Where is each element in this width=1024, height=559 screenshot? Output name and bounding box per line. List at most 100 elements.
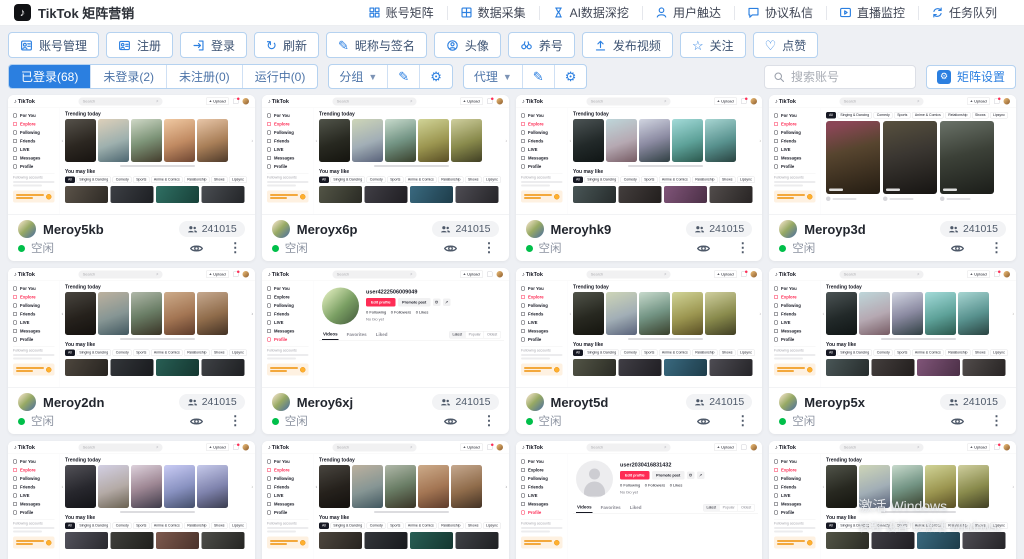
inbox-icon xyxy=(487,99,493,105)
mini-tiktok-trending-page: ♪TikTok Search⌕ +Upload For YouExploreFo… xyxy=(516,268,763,388)
proxy-edit-button[interactable]: ✎ xyxy=(522,65,554,88)
status-tab[interactable]: 未登录(2) xyxy=(90,65,166,88)
mini-category-chip: Lipsync xyxy=(229,350,247,357)
account-browser-thumbnail[interactable]: ♪TikTok Search⌕ +Upload For YouExploreFo… xyxy=(516,95,763,215)
toolbar-button[interactable]: 头像 xyxy=(434,32,501,58)
mini-category-chip: Sports xyxy=(387,523,403,530)
group-dropdown[interactable]: 分组 ▼ xyxy=(329,65,387,88)
account-browser-thumbnail[interactable]: ♪TikTok Search⌕ +Upload For YouExploreFo… xyxy=(769,268,1016,388)
mini-sidebar-item: For You xyxy=(521,457,563,466)
followers-people-icon xyxy=(440,224,451,235)
account-browser-thumbnail[interactable]: ♪TikTok Search⌕ +Upload For YouExploreFo… xyxy=(262,95,509,215)
tiktok-note-icon: ♪ xyxy=(775,271,778,277)
matrix-settings-button[interactable]: ⚙ 矩阵设置 xyxy=(926,65,1016,89)
top-nav-item[interactable]: 数据采集 xyxy=(447,0,539,26)
top-nav-item[interactable]: 任务队列 xyxy=(918,0,1010,26)
mini-sidebar-item: LIVE xyxy=(13,145,55,154)
more-menu-button[interactable]: ⋮ xyxy=(480,240,499,256)
followers-badge: 241015 xyxy=(686,221,752,237)
account-browser-thumbnail[interactable]: ♪TikTok Search⌕ +Upload For YouExploreFo… xyxy=(8,441,255,559)
top-nav-item[interactable]: 账号矩阵 xyxy=(355,0,447,26)
status-tab[interactable]: 已登录(68) xyxy=(9,65,90,88)
group-settings-button[interactable]: ⚙ xyxy=(419,65,452,88)
live-icon xyxy=(839,6,852,19)
mini-sidebar: For YouExploreFollowingFriendsLIVEMessag… xyxy=(267,457,309,517)
view-button[interactable] xyxy=(443,414,458,429)
view-button[interactable] xyxy=(189,241,204,256)
mini-category-chip: Sports xyxy=(641,350,657,357)
mini-upload-button: +Upload xyxy=(967,444,990,452)
mini-sidebar: For YouExploreFollowingFriendsLIVEMessag… xyxy=(267,111,309,171)
account-status: 空闲 xyxy=(539,413,691,429)
mini-tiktok-logo: TikTok xyxy=(18,271,35,277)
account-browser-thumbnail[interactable]: ♪TikTok Search⌕ +Upload For YouExploreFo… xyxy=(262,441,509,559)
mini-sidebar-item: Profile xyxy=(267,162,309,171)
toolbar-button[interactable]: ↻刷新 xyxy=(254,32,319,58)
toolbar-button[interactable]: 发布视频 xyxy=(582,32,673,58)
more-menu-button[interactable]: ⋮ xyxy=(226,413,245,429)
account-browser-thumbnail[interactable]: ♪TikTok Search⌕ +Upload For YouExploreFo… xyxy=(769,95,1016,215)
mini-category-chip: Singing & Dancing xyxy=(76,350,111,357)
mini-category-chip: Shows xyxy=(972,350,989,357)
view-button[interactable] xyxy=(443,241,458,256)
mini-sidebar-item: Friends xyxy=(13,310,55,319)
toolbar-button[interactable]: 养号 xyxy=(508,32,575,58)
matrix-icon xyxy=(368,6,381,19)
toolbar-button[interactable]: 注册 xyxy=(106,32,173,58)
more-menu-button[interactable]: ⋮ xyxy=(987,413,1006,429)
mini-sidebar-item: Friends xyxy=(13,137,55,146)
mini-category-chips: AllSinging & DancingComedySportsAnime & … xyxy=(65,177,250,184)
followers-people-icon xyxy=(694,397,705,408)
account-browser-thumbnail[interactable]: ♪TikTok Search⌕ +Upload For YouExploreFo… xyxy=(8,268,255,388)
more-menu-button[interactable]: ⋮ xyxy=(987,240,1006,256)
top-nav-item[interactable]: 用户触达 xyxy=(642,0,734,26)
mini-category-chip: Sports xyxy=(894,350,910,357)
account-browser-thumbnail[interactable]: ♪TikTok Search⌕ +Upload For YouExploreFo… xyxy=(8,95,255,215)
account-browser-thumbnail[interactable]: ♪TikTok Search⌕ +Upload For YouExploreFo… xyxy=(516,441,763,559)
gear-icon: ⚙ xyxy=(937,70,951,84)
mini-profile-username: user4222506009049 xyxy=(366,289,450,295)
mini-login-promo xyxy=(13,191,55,203)
top-nav-item[interactable]: 协议私信 xyxy=(734,0,826,26)
mini-sidebar-item: Messages xyxy=(267,154,309,163)
more-menu-button[interactable]: ⋮ xyxy=(733,413,752,429)
proxy-settings-button[interactable]: ⚙ xyxy=(554,65,587,88)
more-menu-button[interactable]: ⋮ xyxy=(480,413,499,429)
toolbar-button[interactable]: ♡点赞 xyxy=(753,32,819,58)
status-tab[interactable]: 运行中(0) xyxy=(242,65,318,88)
mini-category-chip: Sports xyxy=(387,177,403,184)
toolbar-button[interactable]: ✎昵称与签名 xyxy=(326,32,427,58)
account-card: ♪TikTok Search⌕ +Upload For YouExploreFo… xyxy=(516,95,763,261)
mini-category-chip: Sports xyxy=(894,112,910,119)
top-nav-item[interactable]: 直播监控 xyxy=(826,0,918,26)
tiktok-note-icon: ♪ xyxy=(14,271,17,277)
account-browser-thumbnail[interactable]: ♪TikTok Search⌕ +Upload For YouExploreFo… xyxy=(516,268,763,388)
group-edit-button[interactable]: ✎ xyxy=(387,65,419,88)
mini-category-chip: Anime & Comics xyxy=(658,177,690,184)
account-browser-thumbnail[interactable]: ♪TikTok Search⌕ +Upload For YouExploreFo… xyxy=(262,268,509,388)
toolbar-button[interactable]: 账号管理 xyxy=(8,32,99,58)
chevron-down-icon: ▼ xyxy=(503,72,512,82)
toolbar-button[interactable]: ☆关注 xyxy=(680,32,746,58)
account-browser-thumbnail[interactable]: ♪TikTok Search⌕ +Upload For YouExploreFo… xyxy=(769,441,1016,559)
app-brand: ♪ TikTok 矩阵营销 xyxy=(14,3,134,22)
view-button[interactable] xyxy=(189,414,204,429)
search-input[interactable] xyxy=(791,70,907,84)
mini-sidebar-item: LIVE xyxy=(774,145,816,154)
mini-following-accounts-label: Following accounts xyxy=(774,176,816,180)
top-nav-item[interactable]: AI数据深挖 xyxy=(539,0,642,26)
more-menu-button[interactable]: ⋮ xyxy=(226,240,245,256)
toolbar-button[interactable]: 登录 xyxy=(180,32,247,58)
view-button[interactable] xyxy=(696,414,711,429)
view-button[interactable] xyxy=(950,414,965,429)
status-tab[interactable]: 未注册(0) xyxy=(166,65,242,88)
mini-category-chip: Singing & Dancing xyxy=(584,177,619,184)
account-card: ♪TikTok Search⌕ +Upload For YouExploreFo… xyxy=(516,441,763,559)
view-button[interactable] xyxy=(696,241,711,256)
proxy-dropdown[interactable]: 代理 ▼ xyxy=(464,65,522,88)
status-dot xyxy=(779,245,786,252)
mini-sidebar-item: LIVE xyxy=(267,318,309,327)
more-menu-button[interactable]: ⋮ xyxy=(733,240,752,256)
mini-tiktok-logo: TikTok xyxy=(525,98,542,104)
view-button[interactable] xyxy=(950,241,965,256)
